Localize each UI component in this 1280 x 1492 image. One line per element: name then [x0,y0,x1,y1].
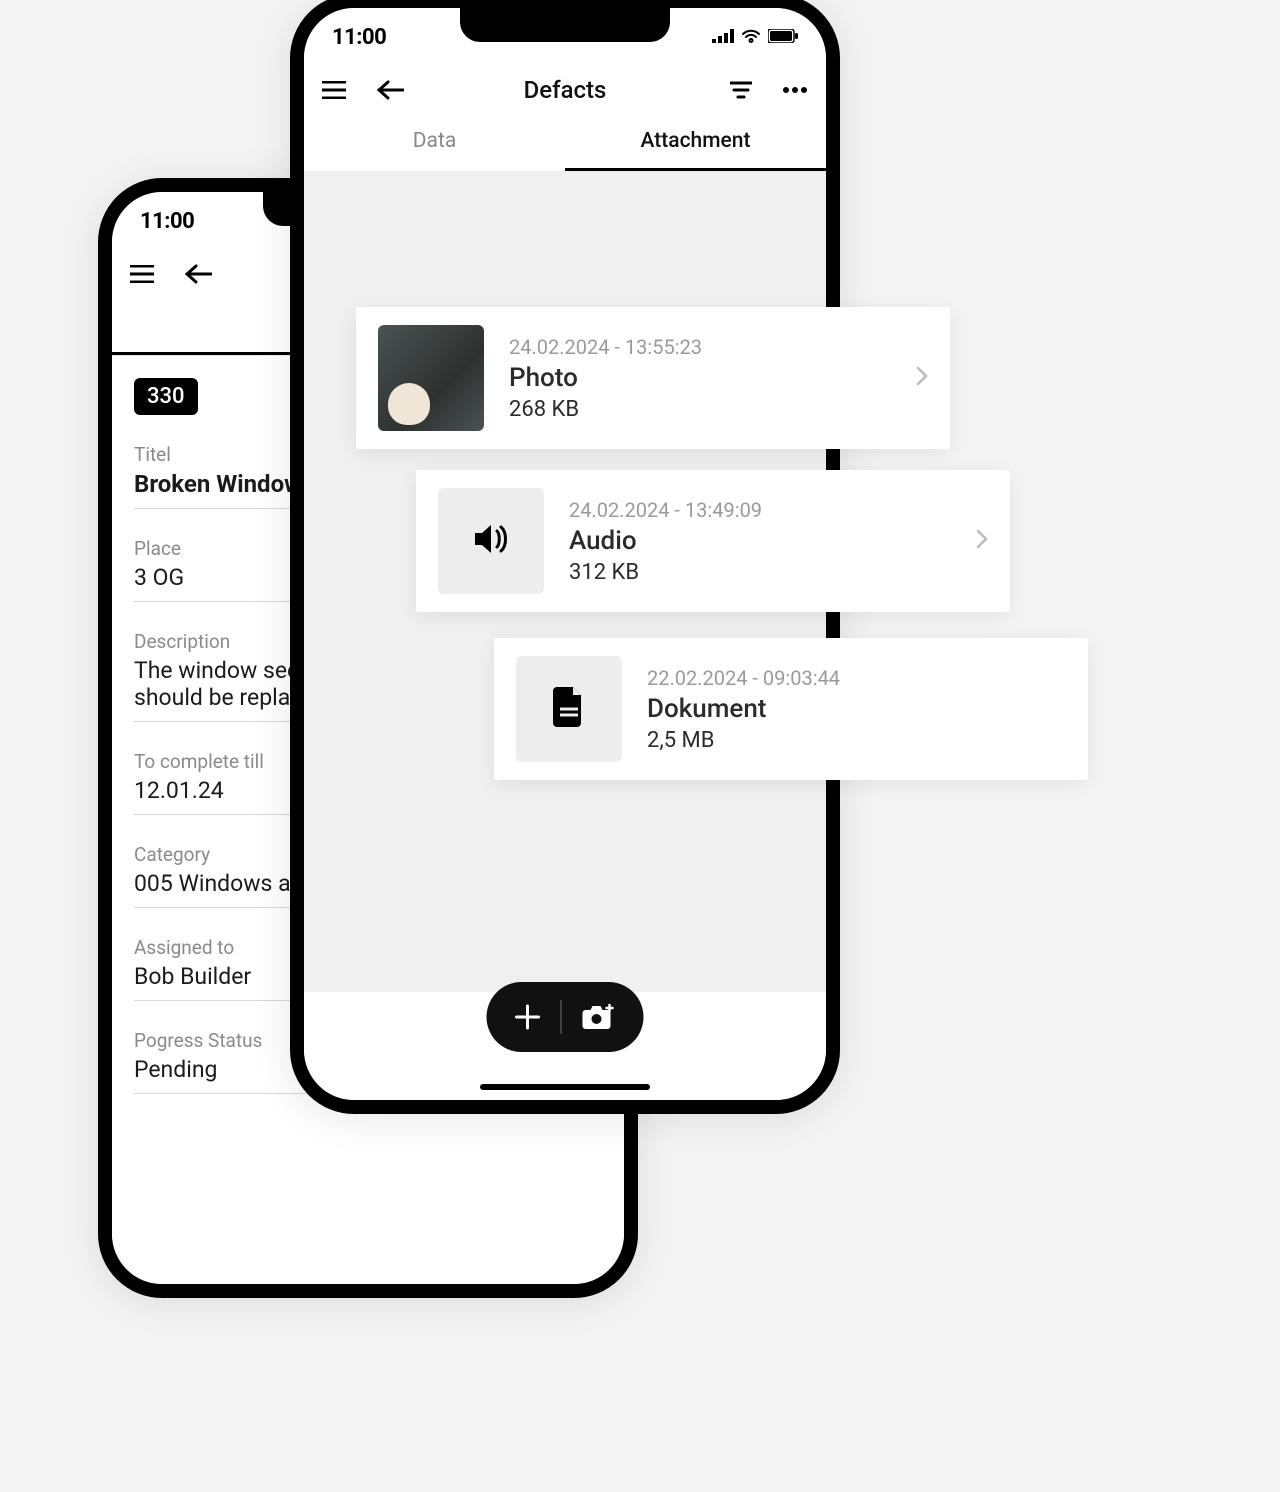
attachment-title: Dokument [647,694,1066,724]
fab-actions [487,982,644,1052]
attachment-card-photo[interactable]: 24.02.2024 - 13:55:23 Photo 268 KB [356,307,950,449]
home-indicator [480,1084,650,1090]
chevron-right-icon [916,366,928,390]
photo-thumbnail [378,325,484,431]
document-icon [553,687,585,731]
add-button[interactable] [515,1004,541,1030]
wifi-icon [741,28,761,47]
menu-icon[interactable] [130,265,154,283]
nav-bar: Defacts [304,60,826,114]
tabs-bar: Data Attachment [304,114,826,172]
tab-data[interactable]: Data [304,114,565,171]
document-thumbnail [516,656,622,762]
device-notch [460,8,670,42]
attachment-size: 2,5 MB [647,728,1066,753]
tab-attachment[interactable]: Attachment [565,114,826,171]
attachment-date: 22.02.2024 - 09:03:44 [647,666,1066,690]
back-icon[interactable] [376,80,404,100]
attachment-card-audio[interactable]: 24.02.2024 - 13:49:09 Audio 312 KB [416,470,1010,612]
status-time: 11:00 [332,25,386,50]
attachment-title: Photo [509,363,891,393]
status-icons [712,28,798,47]
back-icon[interactable] [184,264,212,284]
status-time: 11:00 [140,209,194,234]
cellular-icon [712,28,734,47]
attachment-date: 24.02.2024 - 13:49:09 [569,498,951,522]
audio-thumbnail [438,488,544,594]
menu-icon[interactable] [322,81,346,99]
chevron-right-icon [976,529,988,553]
more-icon[interactable] [782,86,808,94]
attachment-date: 24.02.2024 - 13:55:23 [509,335,891,359]
page-title: Defacts [524,76,607,104]
fab-separator [561,1000,562,1034]
attachment-card-document[interactable]: 22.02.2024 - 09:03:44 Dokument 2,5 MB [494,638,1088,780]
battery-icon [768,28,798,47]
attachment-size: 268 KB [509,397,891,422]
speaker-icon [471,521,511,561]
attachment-title: Audio [569,526,951,556]
camera-button[interactable] [582,1003,616,1031]
filter-icon[interactable] [730,81,752,99]
id-badge: 330 [134,378,198,415]
attachment-size: 312 KB [569,560,951,585]
